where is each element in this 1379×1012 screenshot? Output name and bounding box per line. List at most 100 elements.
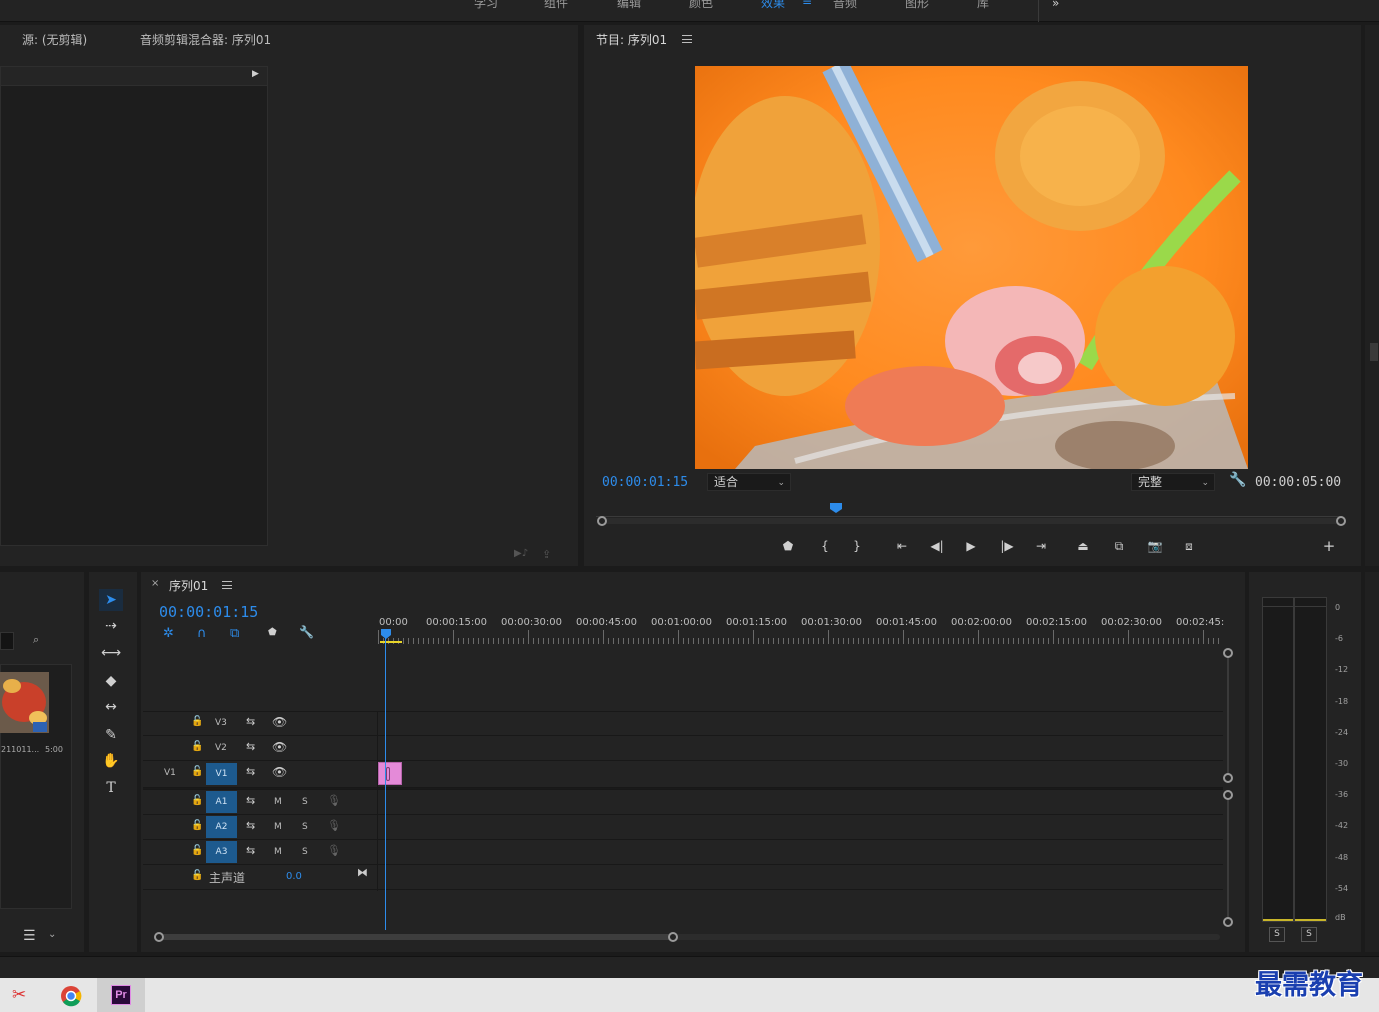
- meter-solo-left-button[interactable]: S: [1269, 927, 1285, 942]
- audio-track-scrollbar[interactable]: [1227, 797, 1229, 921]
- premiere-pro-icon[interactable]: Pr: [111, 985, 131, 1005]
- workspace-editing[interactable]: 编辑: [617, 0, 641, 11]
- go-to-next-edit-icon[interactable]: ⧓: [357, 866, 368, 879]
- export-frame-camera-icon[interactable]: 📷: [1146, 537, 1164, 555]
- meter-solo-right-button[interactable]: S: [1301, 927, 1317, 942]
- mute-button[interactable]: M: [274, 822, 282, 832]
- video-scroll-bottom-handle[interactable]: [1223, 773, 1233, 783]
- master-volume-value[interactable]: 0.0: [286, 871, 302, 882]
- expand-arrow-icon[interactable]: ▶: [252, 69, 259, 79]
- lock-icon[interactable]: 🔓: [191, 870, 203, 881]
- step-back-icon[interactable]: ◀|: [928, 537, 946, 555]
- ripple-edit-tool-icon[interactable]: ⟷: [99, 642, 123, 664]
- work-area-bar[interactable]: [380, 641, 402, 643]
- lock-icon[interactable]: 🔓: [191, 741, 203, 752]
- selection-tool-icon[interactable]: ➤: [99, 589, 123, 611]
- nest-toggle-icon[interactable]: ✲: [163, 626, 174, 641]
- eye-icon[interactable]: 👁: [272, 765, 287, 779]
- export-frame-icon[interactable]: ⇪: [542, 548, 551, 561]
- button-editor-plus-icon[interactable]: +: [1320, 537, 1338, 555]
- find-icon[interactable]: ⌕: [33, 633, 39, 647]
- track-target-a2[interactable]: A2: [206, 816, 237, 838]
- track-target-v1[interactable]: V1: [206, 763, 237, 785]
- program-zoom-scrollbar[interactable]: [602, 518, 1342, 524]
- extract-icon[interactable]: ⧉: [1110, 537, 1128, 555]
- sync-lock-icon[interactable]: ⇆: [246, 765, 255, 778]
- source-patch-v1[interactable]: V1: [164, 768, 176, 778]
- scroll-right-handle[interactable]: [1336, 516, 1346, 526]
- tab-source[interactable]: 源: (无剪辑): [22, 31, 87, 48]
- timeline-zoom-left-handle[interactable]: [154, 932, 164, 942]
- chrome-icon[interactable]: [60, 985, 82, 1007]
- audio-scroll-top-handle[interactable]: [1223, 790, 1233, 800]
- eye-icon[interactable]: 👁: [272, 740, 287, 754]
- tab-sequence[interactable]: 序列01: [169, 577, 208, 594]
- hand-tool-icon[interactable]: ✋: [99, 750, 123, 772]
- zoom-level-select[interactable]: 适合 ⌄: [707, 473, 791, 491]
- program-mini-ruler[interactable]: [596, 503, 1342, 517]
- sort-icon[interactable]: ☰: [23, 928, 36, 944]
- timeline-ruler[interactable]: [378, 630, 1224, 644]
- track-v1[interactable]: [143, 761, 1223, 788]
- workspace-audio[interactable]: 音频: [833, 0, 857, 11]
- video-clip[interactable]: [378, 762, 402, 785]
- solo-button[interactable]: S: [302, 822, 308, 832]
- track-v3[interactable]: [143, 711, 1223, 736]
- play-icon[interactable]: ▶: [962, 537, 980, 555]
- track-v2[interactable]: [143, 736, 1223, 761]
- program-current-time[interactable]: 00:00:01:15: [602, 475, 688, 490]
- video-scroll-top-handle[interactable]: [1223, 648, 1233, 658]
- sync-lock-icon[interactable]: ⇆: [246, 715, 255, 728]
- lift-icon[interactable]: ⏏: [1074, 537, 1092, 555]
- workspace-effects[interactable]: 效果: [761, 0, 785, 11]
- timeline-menu-icon[interactable]: [222, 581, 232, 589]
- drag-audio-icon[interactable]: ▶♪: [514, 548, 528, 559]
- playback-resolution-select[interactable]: 完整 ⌄: [1131, 473, 1215, 491]
- program-monitor-title[interactable]: 节目: 序列01: [596, 31, 667, 48]
- solo-button[interactable]: S: [302, 797, 308, 807]
- lock-icon[interactable]: 🔓: [191, 716, 203, 727]
- eye-icon[interactable]: 👁: [272, 715, 287, 729]
- chevron-down-icon[interactable]: ⌄: [48, 929, 56, 940]
- close-tab-icon[interactable]: ×: [151, 578, 159, 589]
- go-to-out-icon[interactable]: ⇥: [1032, 537, 1050, 555]
- snipping-tool-icon[interactable]: ✂: [12, 985, 26, 1005]
- right-panel-scrollbar[interactable]: [1370, 343, 1378, 361]
- panel-menu-icon[interactable]: [682, 35, 692, 43]
- workspace-color[interactable]: 颜色: [689, 0, 713, 11]
- voiceover-mic-icon[interactable]: 🎙: [327, 794, 341, 807]
- compare-view-icon[interactable]: ⧈: [1180, 537, 1198, 555]
- linked-selection-icon[interactable]: ⧉: [230, 626, 239, 641]
- track-target-a3[interactable]: A3: [206, 841, 237, 863]
- lock-icon[interactable]: 🔓: [191, 766, 203, 777]
- type-tool-icon[interactable]: T: [99, 777, 123, 799]
- add-marker-icon[interactable]: ⬟: [268, 627, 277, 638]
- scroll-left-handle[interactable]: [597, 516, 607, 526]
- timeline-scroll-thumb[interactable]: [158, 934, 674, 940]
- mute-button[interactable]: M: [274, 847, 282, 857]
- razor-tool-icon[interactable]: ◆: [99, 670, 123, 692]
- sync-lock-icon[interactable]: ⇆: [246, 740, 255, 753]
- step-forward-icon[interactable]: |▶: [998, 537, 1016, 555]
- timeline-current-time[interactable]: 00:00:01:15: [159, 603, 258, 621]
- workspace-assembly[interactable]: 组件: [544, 0, 568, 11]
- go-to-in-icon[interactable]: ⇤: [893, 537, 911, 555]
- lock-icon[interactable]: 🔓: [191, 845, 203, 856]
- lock-icon[interactable]: 🔓: [191, 795, 203, 806]
- track-master[interactable]: [143, 865, 1223, 890]
- clip-thumbnail[interactable]: [0, 672, 49, 733]
- timeline-zoom-right-handle[interactable]: [668, 932, 678, 942]
- sync-lock-icon[interactable]: ⇆: [246, 844, 255, 857]
- audio-scroll-bottom-handle[interactable]: [1223, 917, 1233, 927]
- voiceover-mic-icon[interactable]: 🎙: [327, 844, 341, 857]
- settings-wrench-icon[interactable]: 🔧: [1229, 472, 1246, 488]
- video-track-scrollbar[interactable]: [1227, 652, 1229, 780]
- lock-icon[interactable]: 🔓: [191, 820, 203, 831]
- sync-lock-icon[interactable]: ⇆: [246, 819, 255, 832]
- slip-tool-icon[interactable]: ↔: [99, 696, 123, 718]
- pen-tool-icon[interactable]: ✎: [99, 724, 123, 746]
- timeline-settings-wrench-icon[interactable]: 🔧: [299, 625, 314, 639]
- add-marker-icon[interactable]: ⬟: [779, 537, 797, 555]
- mute-button[interactable]: M: [274, 797, 282, 807]
- sync-lock-icon[interactable]: ⇆: [246, 794, 255, 807]
